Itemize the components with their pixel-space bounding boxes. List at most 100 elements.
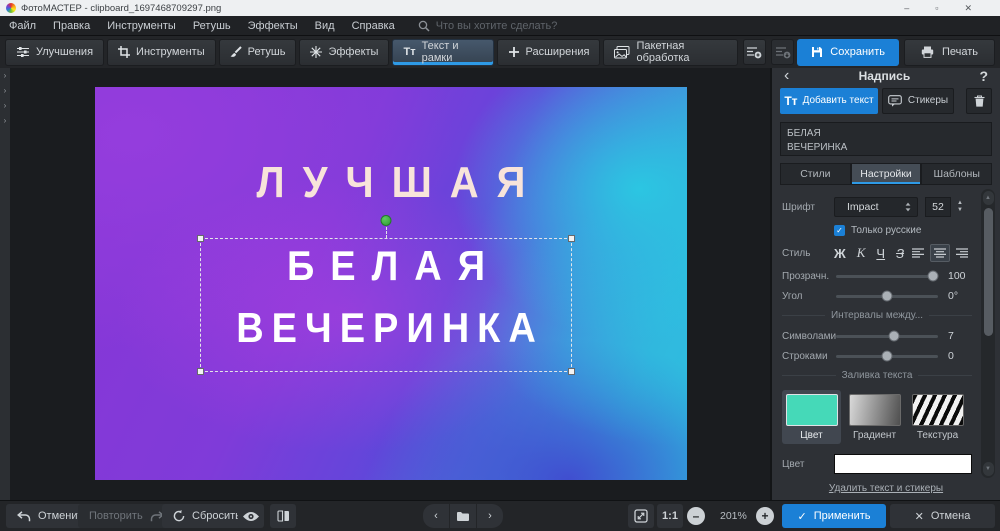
size-up-button[interactable]: ▲ bbox=[954, 200, 966, 207]
printer-icon bbox=[921, 46, 934, 58]
align-left-button[interactable] bbox=[908, 244, 928, 262]
italic-button[interactable]: К bbox=[857, 245, 866, 261]
selected-text-line2[interactable]: ВЕЧЕРИНКА bbox=[201, 306, 571, 353]
add-text-button[interactable]: Тт Добавить текст bbox=[780, 87, 878, 114]
rotate-handle[interactable] bbox=[380, 215, 392, 226]
show-original-button[interactable] bbox=[238, 504, 264, 528]
close-button[interactable]: ✕ bbox=[964, 3, 972, 14]
slider-knob[interactable] bbox=[927, 270, 939, 282]
scroll-down-arrow[interactable]: ▼ bbox=[982, 462, 994, 476]
angle-slider[interactable] bbox=[836, 290, 938, 302]
align-right-button[interactable] bbox=[952, 244, 972, 262]
font-family-select[interactable]: Impact bbox=[834, 197, 918, 217]
help-button[interactable]: ? bbox=[979, 68, 988, 84]
panel-scrollbar[interactable]: ▲ ▼ bbox=[981, 189, 995, 478]
slider-knob[interactable] bbox=[881, 290, 893, 302]
scroll-up-arrow[interactable]: ▲ bbox=[982, 191, 994, 205]
save-button[interactable]: Сохранить bbox=[797, 38, 899, 66]
delete-text-stickers-link[interactable]: Удалить текст и стикеры bbox=[772, 482, 1000, 500]
opacity-slider[interactable] bbox=[836, 270, 939, 282]
open-folder-button[interactable] bbox=[450, 504, 476, 528]
menu-view[interactable]: Вид bbox=[315, 20, 335, 32]
zoom-out-button[interactable]: – bbox=[687, 507, 705, 525]
tab-label: Эффекты bbox=[328, 46, 379, 58]
zoom-in-button[interactable]: + bbox=[756, 507, 774, 525]
expand-panel-chevron[interactable]: › bbox=[4, 86, 7, 95]
expand-panel-chevron[interactable]: › bbox=[4, 71, 7, 80]
tab-templates[interactable]: Шаблоны bbox=[921, 163, 993, 185]
lines-spacing-slider[interactable] bbox=[836, 350, 938, 362]
add-preset-button[interactable] bbox=[742, 39, 766, 65]
text-selection-box[interactable]: БЕЛАЯ ВЕЧЕРИНКА bbox=[197, 215, 575, 375]
menu-file[interactable]: Файл bbox=[9, 20, 36, 32]
underline-button[interactable]: Ч bbox=[876, 246, 885, 261]
canvas-area: ЛУЧШАЯ БЕЛАЯ ВЕЧЕРИНКА bbox=[10, 68, 772, 500]
next-photo-button[interactable]: › bbox=[477, 504, 503, 528]
tab-settings[interactable]: Настройки bbox=[850, 163, 922, 185]
redo-button[interactable]: Повторить bbox=[78, 504, 175, 528]
before-after-button[interactable] bbox=[270, 504, 296, 528]
add-text-label: Добавить текст bbox=[802, 95, 874, 107]
delete-text-button[interactable] bbox=[966, 87, 992, 114]
chars-spacing-slider[interactable] bbox=[836, 330, 938, 342]
prev-photo-button[interactable]: ‹ bbox=[423, 504, 449, 528]
menu-edit[interactable]: Правка bbox=[53, 20, 90, 32]
redo-label: Повторить bbox=[89, 510, 143, 522]
only-russian-checkbox[interactable]: ✓ bbox=[834, 225, 845, 236]
resize-handle-bottom-right[interactable] bbox=[568, 368, 575, 375]
color-label: Цвет bbox=[782, 458, 805, 470]
tab-batch-processing[interactable]: Пакетная обработка bbox=[603, 38, 738, 66]
resize-handle-top-left[interactable] bbox=[197, 235, 204, 242]
cancel-button[interactable]: ✕ Отмена bbox=[890, 504, 995, 528]
menu-retouch[interactable]: Ретушь bbox=[193, 20, 231, 32]
search-input[interactable] bbox=[435, 19, 606, 32]
expand-panel-chevron[interactable]: › bbox=[4, 116, 7, 125]
size-down-button[interactable]: ▼ bbox=[954, 207, 966, 214]
slider-knob[interactable] bbox=[888, 330, 900, 342]
resize-handle-top-right[interactable] bbox=[568, 235, 575, 242]
tab-retouch[interactable]: Ретушь bbox=[218, 38, 297, 66]
expand-panel-chevron[interactable]: › bbox=[4, 101, 7, 110]
scrollbar-thumb[interactable] bbox=[983, 208, 993, 336]
stickers-label: Стикеры bbox=[907, 95, 949, 107]
menu-effects[interactable]: Эффекты bbox=[248, 20, 298, 32]
print-button[interactable]: Печать bbox=[903, 38, 996, 66]
color-picker-bar[interactable] bbox=[834, 454, 972, 474]
tab-extensions[interactable]: Расширения bbox=[496, 38, 601, 66]
font-family-value: Impact bbox=[847, 201, 879, 213]
batch-icon bbox=[614, 45, 630, 58]
fit-to-screen-button[interactable] bbox=[628, 504, 654, 528]
tab-tools[interactable]: Инструменты bbox=[107, 38, 216, 66]
minimize-button[interactable]: – bbox=[904, 3, 909, 14]
fill-texture-option[interactable]: Текстура bbox=[908, 390, 967, 444]
stickers-button[interactable]: Стикеры bbox=[882, 87, 954, 114]
image-title-text[interactable]: ЛУЧШАЯ bbox=[95, 159, 687, 208]
sticker-bubble-icon bbox=[888, 94, 902, 107]
edited-image[interactable]: ЛУЧШАЯ БЕЛАЯ ВЕЧЕРИНКА bbox=[95, 87, 687, 480]
maximize-button[interactable]: ▫ bbox=[935, 3, 938, 14]
bold-button[interactable]: Ж bbox=[834, 246, 846, 261]
actual-size-button[interactable]: 1:1 bbox=[657, 504, 683, 528]
fill-color-option[interactable]: Цвет bbox=[782, 390, 841, 444]
tab-enhancements[interactable]: Улучшения bbox=[5, 38, 105, 66]
apply-label: Применить bbox=[813, 510, 871, 522]
menu-tools[interactable]: Инструменты bbox=[107, 20, 176, 32]
text-settings-panel: ‹ Надпись ? Тт Добавить текст Стикеры БЕ… bbox=[772, 68, 1000, 500]
tab-text-and-frames[interactable]: Тт Текст и рамки bbox=[392, 38, 494, 66]
text-content-field[interactable]: БЕЛАЯ ВЕЧЕРИНКА bbox=[780, 121, 992, 156]
import-preset-button[interactable] bbox=[770, 39, 795, 65]
font-size-input[interactable]: 52 bbox=[925, 197, 951, 217]
tab-styles[interactable]: Стили bbox=[780, 163, 851, 185]
apply-button[interactable]: ✓ Применить bbox=[782, 504, 886, 528]
menu-help[interactable]: Справка bbox=[352, 20, 395, 32]
resize-handle-bottom-left[interactable] bbox=[197, 368, 204, 375]
fill-gradient-option[interactable]: Градиент bbox=[845, 390, 904, 444]
align-center-button[interactable] bbox=[930, 244, 950, 262]
tab-effects[interactable]: Эффекты bbox=[299, 38, 390, 66]
strikethrough-button[interactable]: З bbox=[896, 246, 904, 261]
chars-spacing-label: Символами bbox=[782, 330, 837, 342]
angle-label: Угол bbox=[782, 290, 803, 302]
slider-knob[interactable] bbox=[881, 350, 893, 362]
chars-spacing-value: 7 bbox=[948, 330, 954, 342]
selected-text-line1[interactable]: БЕЛАЯ bbox=[201, 244, 571, 291]
